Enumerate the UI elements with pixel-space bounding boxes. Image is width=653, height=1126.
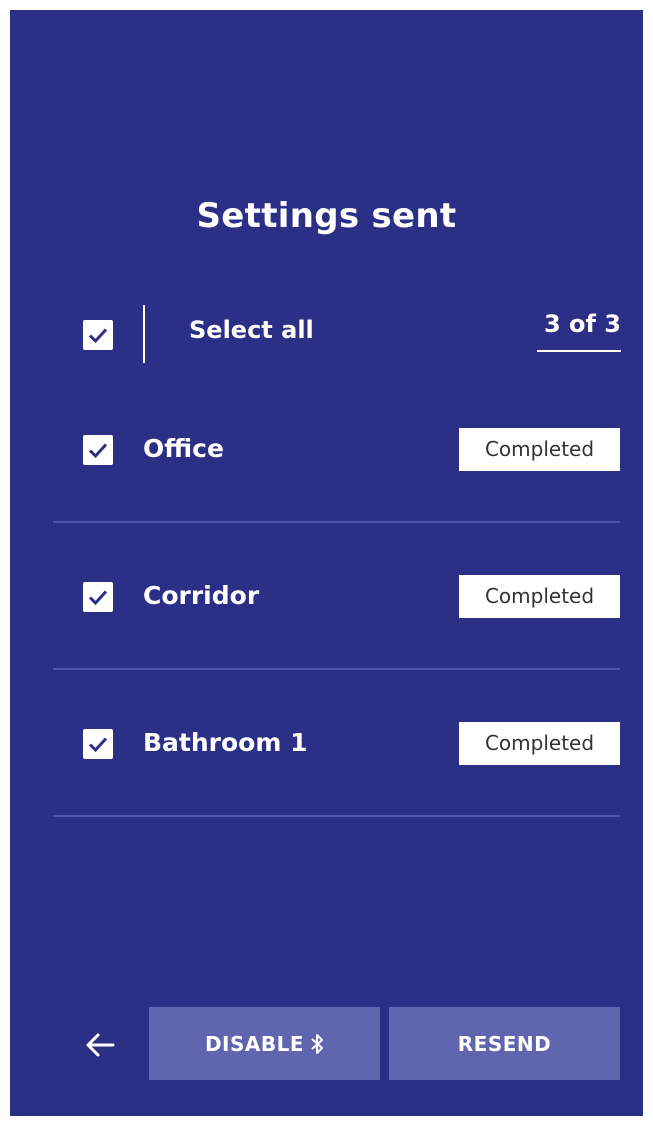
status-badge: Completed xyxy=(459,722,620,765)
room-row-bathroom-1: Bathroom 1 Completed xyxy=(10,704,643,784)
back-button[interactable] xyxy=(78,1023,122,1067)
room-checkbox-corridor[interactable] xyxy=(83,582,113,612)
select-all-label: Select all xyxy=(189,316,314,344)
disable-bluetooth-button[interactable]: DISABLE xyxy=(149,1007,380,1080)
select-all-checkbox[interactable] xyxy=(83,320,113,350)
status-badge: Completed xyxy=(459,575,620,618)
disable-button-label: DISABLE xyxy=(204,1031,305,1056)
checkmark-icon xyxy=(88,590,108,606)
bluetooth-icon xyxy=(310,1032,324,1056)
room-row-corridor: Corridor Completed xyxy=(10,557,643,637)
room-label: Corridor xyxy=(143,581,260,610)
status-badge: Completed xyxy=(459,428,620,471)
settings-sent-screen: Settings sent Select all 3 of 3 Office C… xyxy=(10,10,643,1116)
room-checkbox-office[interactable] xyxy=(83,435,113,465)
page-title: Settings sent xyxy=(196,196,457,236)
checkmark-icon xyxy=(88,737,108,753)
row-divider xyxy=(53,521,620,523)
room-label: Bathroom 1 xyxy=(143,728,308,757)
selection-count: 3 of 3 xyxy=(537,310,621,352)
room-label: Office xyxy=(143,434,224,463)
checkmark-icon xyxy=(88,443,108,459)
room-checkbox-bathroom-1[interactable] xyxy=(83,729,113,759)
row-divider xyxy=(53,815,620,817)
vertical-divider xyxy=(143,305,145,363)
checkmark-icon xyxy=(88,328,108,344)
resend-button[interactable]: RESEND xyxy=(389,1007,620,1080)
arrow-left-icon xyxy=(86,1033,115,1057)
row-divider xyxy=(53,668,620,670)
room-row-office: Office Completed xyxy=(10,410,643,490)
